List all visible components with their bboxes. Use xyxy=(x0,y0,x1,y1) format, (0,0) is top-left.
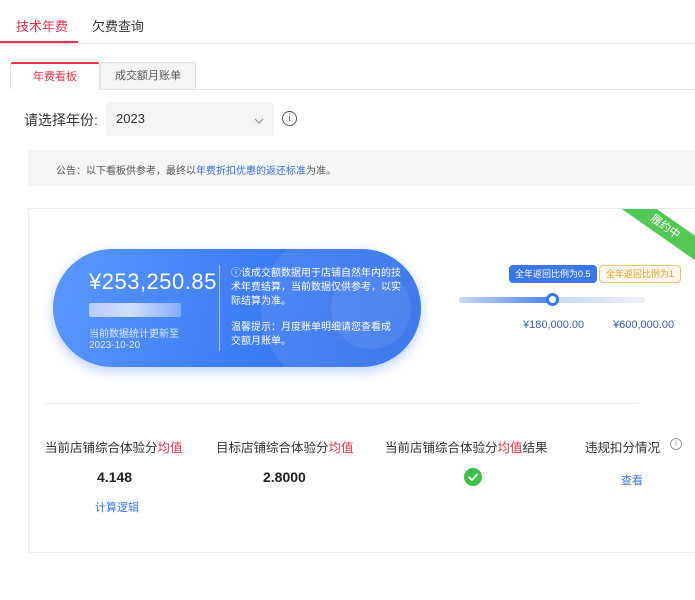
year-selector-label: 请选择年份: xyxy=(24,112,98,128)
tab-arrears-query[interactable]: 欠费查询 xyxy=(92,16,144,35)
chevron-down-icon xyxy=(254,113,264,131)
year-select-value: 2023 xyxy=(116,111,145,126)
active-tab-underline xyxy=(0,41,78,43)
card-divider xyxy=(45,403,639,404)
notice-highlight: 年费折扣优惠的返还标准 xyxy=(196,166,306,177)
metric-title-text: 目标店铺综合体验分 xyxy=(216,441,329,455)
threshold-value-1: ¥180,000.00 xyxy=(523,319,585,331)
notice-text: 公告：以下看板供参考，最终以年费折扣优惠的返还标准为准。 xyxy=(56,162,336,177)
metric-value-target-score: 2.8000 xyxy=(263,469,306,485)
metric-title-text: 违规扣分情况 xyxy=(585,441,661,455)
metric-title-current-score: 当前店铺综合体验分均值 xyxy=(45,437,183,456)
return-ratio-badge-half: 全年返回比例为0.5 xyxy=(509,265,597,283)
monthly-bill-tip: 温馨提示：月度账单明细请您查看成交额月账单。 xyxy=(231,322,391,347)
pill-divider xyxy=(219,265,220,351)
metric-title-highlight: 均值 xyxy=(328,441,354,455)
metric-title-violation-deduction: 违规扣分情况 xyxy=(585,437,660,456)
update-date: 2023-10-20 xyxy=(89,340,141,351)
tab-annual-fee-dashboard[interactable]: 年费看板 xyxy=(10,62,100,90)
metric-title-highlight: 均值 xyxy=(157,441,183,455)
update-label: 当前数据统计更新至 xyxy=(89,329,179,340)
status-ribbon: 履约中 xyxy=(610,209,695,270)
return-ratio-badge-full: 全年返回比例为1 xyxy=(599,265,682,283)
info-circle-icon[interactable]: i xyxy=(282,111,297,126)
tab-technical-annual-fee[interactable]: 技术年费 xyxy=(16,16,68,35)
progress-fill xyxy=(459,297,552,303)
check-circle-icon xyxy=(464,468,482,486)
metric-title-text: 当前店铺综合体验分 xyxy=(45,441,158,455)
metric-value-current-score: 4.148 xyxy=(97,469,133,485)
threshold-value-2: ¥600,000.00 xyxy=(613,319,675,331)
metric-title-target-score: 目标店铺综合体验分均值 xyxy=(216,437,354,456)
turnover-summary-pill: ¥253,250.85 当前数据统计更新至 2023-10-20 ⓘ该成交额数据… xyxy=(53,249,421,367)
turnover-note: ⓘ该成交额数据用于店铺自然年内的技术年费结算，当前数据仅供参考，以实际结算为准。 xyxy=(231,268,401,307)
turnover-amount: ¥253,250.85 xyxy=(89,269,217,294)
year-select[interactable]: 2023 xyxy=(106,102,274,136)
metric-title-text: 当前店铺综合体验分 xyxy=(385,441,498,455)
top-tab-bar: 技术年费 欠费查询 xyxy=(0,0,695,44)
dashboard-card: 履约中 ¥253,250.85 当前数据统计更新至 2023-10-20 ⓘ该成… xyxy=(28,208,695,553)
progress-knob[interactable] xyxy=(546,293,559,306)
metric-title-suffix: 结果 xyxy=(522,441,548,455)
notice-suffix: 为准。 xyxy=(306,166,336,177)
view-violations-link[interactable]: 查看 xyxy=(621,472,643,488)
blurred-text xyxy=(89,303,181,317)
sub-tab-bar: 年费看板 成交额月账单 xyxy=(10,62,695,90)
notice-prefix: 公告：以下看板供参考，最终以 xyxy=(56,166,196,177)
tab-monthly-turnover-bill[interactable]: 成交额月账单 xyxy=(100,62,196,90)
info-circle-icon[interactable]: i xyxy=(670,438,682,450)
calculation-logic-link[interactable]: 计算逻辑 xyxy=(95,499,139,515)
metric-title-highlight: 均值 xyxy=(497,441,523,455)
notice-banner: 公告：以下看板供参考，最终以年费折扣优惠的返还标准为准。 xyxy=(28,150,695,186)
metric-title-score-result: 当前店铺综合体验分均值结果 xyxy=(385,437,548,456)
